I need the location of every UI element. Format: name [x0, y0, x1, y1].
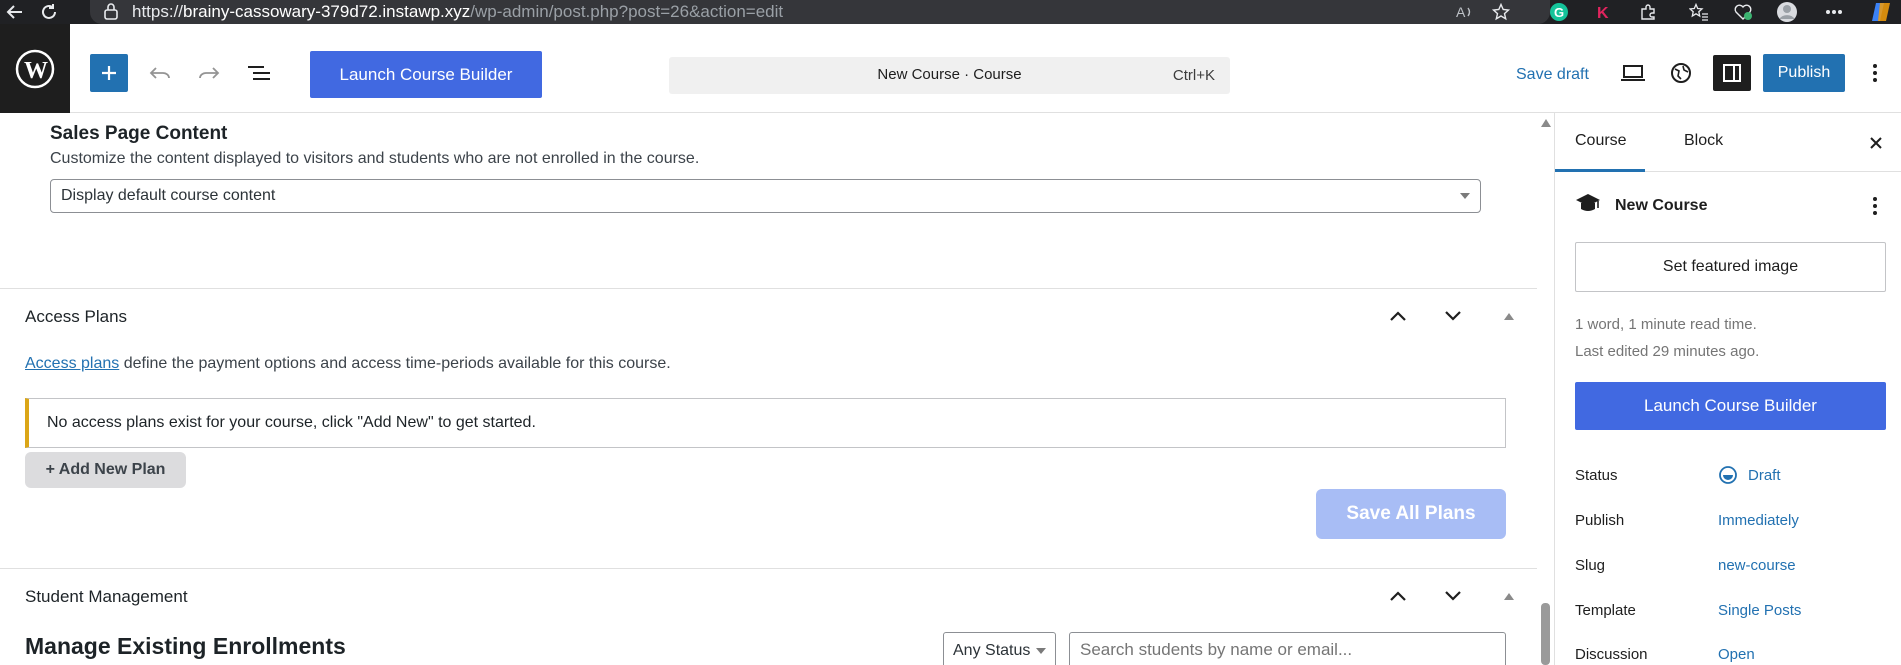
- scroll-up-arrow-icon[interactable]: [1541, 119, 1551, 127]
- scrollbar-thumb[interactable]: [1541, 603, 1550, 665]
- favorite-star-icon[interactable]: [1490, 2, 1512, 22]
- publish-button[interactable]: Publish: [1763, 54, 1845, 92]
- active-tab-indicator: [1555, 169, 1645, 172]
- tab-course[interactable]: Course: [1575, 132, 1627, 150]
- url-path: /wp-admin/post.php?post=26&action=edit: [470, 2, 784, 21]
- browser-essentials-heart-icon[interactable]: [1732, 2, 1754, 22]
- sales-page-selected-option: Display default course content: [61, 187, 276, 204]
- move-up-chevron-icon[interactable]: [1383, 581, 1413, 611]
- post-actions-kebab-icon[interactable]: [1863, 194, 1887, 218]
- editor-scrollbar[interactable]: [1537, 113, 1554, 665]
- slug-label: Slug: [1575, 557, 1606, 574]
- settings-sidebar-toggle[interactable]: [1713, 55, 1751, 91]
- access-plans-description-text: define the payment options and access ti…: [119, 355, 671, 372]
- sales-page-heading: Sales Page Content: [50, 123, 228, 144]
- access-plans-title: Access Plans: [25, 307, 128, 326]
- add-block-button[interactable]: [90, 54, 128, 92]
- collapse-toggle-icon[interactable]: [1494, 301, 1524, 331]
- svg-text:K: K: [1597, 5, 1609, 21]
- sidebar-launch-course-builder-button[interactable]: Launch Course Builder: [1575, 382, 1886, 430]
- dropdown-caret-icon: [1460, 193, 1470, 199]
- grammarly-extension-icon[interactable]: G: [1548, 2, 1570, 22]
- save-draft-button[interactable]: Save draft: [1516, 66, 1589, 84]
- read-aloud-icon[interactable]: A: [1455, 2, 1477, 22]
- editor-meta-boxes: Sales Page Content Customize the content…: [0, 113, 1554, 665]
- copilot-icon[interactable]: [1870, 2, 1892, 22]
- manage-enrollments-heading: Manage Existing Enrollments: [25, 633, 346, 659]
- publish-label: Publish: [1575, 512, 1625, 529]
- graduation-cap-icon: [1575, 191, 1601, 217]
- back-arrow-icon[interactable]: [4, 2, 26, 22]
- discussion-link[interactable]: Open: [1718, 646, 1755, 663]
- collapse-toggle-icon[interactable]: [1494, 581, 1524, 611]
- k-extension-icon[interactable]: K: [1592, 2, 1614, 22]
- settings-more-icon[interactable]: [1823, 2, 1845, 22]
- browser-toolbar: https://brainy-cassowary-379d72.instawp.…: [0, 0, 1901, 24]
- status-filter-value: Any Status: [953, 642, 1031, 659]
- settings-sidebar: Course Block New Course Set featured ima…: [1554, 113, 1901, 665]
- status-filter-select[interactable]: Any Status: [943, 632, 1056, 665]
- url-host: brainy-cassowary-379d72.instawp.xyz: [183, 2, 471, 21]
- move-up-chevron-icon[interactable]: [1383, 301, 1413, 331]
- section-divider: [0, 288, 1537, 289]
- template-link[interactable]: Single Posts: [1718, 602, 1801, 619]
- move-down-chevron-icon[interactable]: [1438, 581, 1468, 611]
- address-bar[interactable]: https://brainy-cassowary-379d72.instawp.…: [90, 0, 1550, 24]
- svg-text:W: W: [24, 58, 48, 84]
- command-palette-bar[interactable]: New Course · Course Ctrl+K: [669, 57, 1230, 94]
- editor-toolbar: W Launch Course Builder New Course · Cou…: [0, 24, 1901, 113]
- launch-course-builder-button[interactable]: Launch Course Builder: [310, 51, 542, 98]
- view-post-globe-icon[interactable]: [1665, 57, 1697, 89]
- plus-icon: [102, 66, 116, 80]
- discussion-label: Discussion: [1575, 646, 1648, 663]
- options-kebab-icon[interactable]: [1859, 57, 1891, 89]
- section-divider: [0, 568, 1537, 569]
- svg-text:G: G: [1554, 5, 1564, 20]
- redo-icon[interactable]: [193, 57, 225, 89]
- profile-avatar-icon[interactable]: [1776, 2, 1798, 22]
- post-title: New Course: [1615, 197, 1708, 214]
- status-label: Status: [1575, 467, 1618, 484]
- save-all-plans-button[interactable]: Save All Plans: [1316, 489, 1506, 539]
- access-plans-link[interactable]: Access plans: [25, 355, 119, 372]
- sales-page-content-select[interactable]: Display default course content: [50, 179, 1481, 213]
- publish-date-link[interactable]: Immediately: [1718, 512, 1799, 529]
- wordpress-logo-icon[interactable]: W: [0, 24, 70, 113]
- move-down-chevron-icon[interactable]: [1438, 301, 1468, 331]
- document-overview-icon[interactable]: [243, 57, 275, 89]
- undo-icon[interactable]: [144, 57, 176, 89]
- keyboard-shortcut: Ctrl+K: [1172, 67, 1215, 84]
- url-protocol: https://: [132, 2, 184, 21]
- sidebar-panel-icon: [1723, 64, 1741, 82]
- template-label: Template: [1575, 602, 1636, 619]
- read-time-text: 1 word, 1 minute read time.: [1575, 316, 1757, 333]
- status-value-link[interactable]: Draft: [1748, 467, 1781, 484]
- dropdown-caret-icon: [1036, 648, 1046, 654]
- add-new-plan-button[interactable]: + Add New Plan: [25, 452, 186, 488]
- document-title: New Course · Course: [877, 66, 1022, 83]
- site-info-icon[interactable]: [102, 2, 122, 22]
- draft-status-icon: [1718, 465, 1738, 485]
- svg-text:A: A: [1456, 4, 1466, 20]
- extensions-puzzle-icon[interactable]: [1637, 2, 1659, 22]
- tab-block[interactable]: Block: [1684, 132, 1723, 150]
- set-featured-image-button[interactable]: Set featured image: [1575, 242, 1886, 292]
- preview-device-icon[interactable]: [1617, 57, 1649, 89]
- favorites-list-icon[interactable]: [1688, 2, 1710, 22]
- student-management-title: Student Management: [25, 587, 188, 606]
- sales-page-description: Customize the content displayed to visit…: [50, 150, 700, 167]
- last-edited-text: Last edited 29 minutes ago.: [1575, 343, 1760, 360]
- slug-link[interactable]: new-course: [1718, 557, 1796, 574]
- student-search-input[interactable]: [1069, 632, 1506, 665]
- sidebar-tabs: Course Block: [1555, 113, 1901, 172]
- reload-icon[interactable]: [38, 2, 60, 22]
- no-access-plans-notice: No access plans exist for your course, c…: [25, 398, 1506, 448]
- access-plans-description: Access plans define the payment options …: [25, 355, 671, 373]
- url-text: https://brainy-cassowary-379d72.instawp.…: [132, 2, 783, 22]
- close-icon[interactable]: [1864, 131, 1888, 155]
